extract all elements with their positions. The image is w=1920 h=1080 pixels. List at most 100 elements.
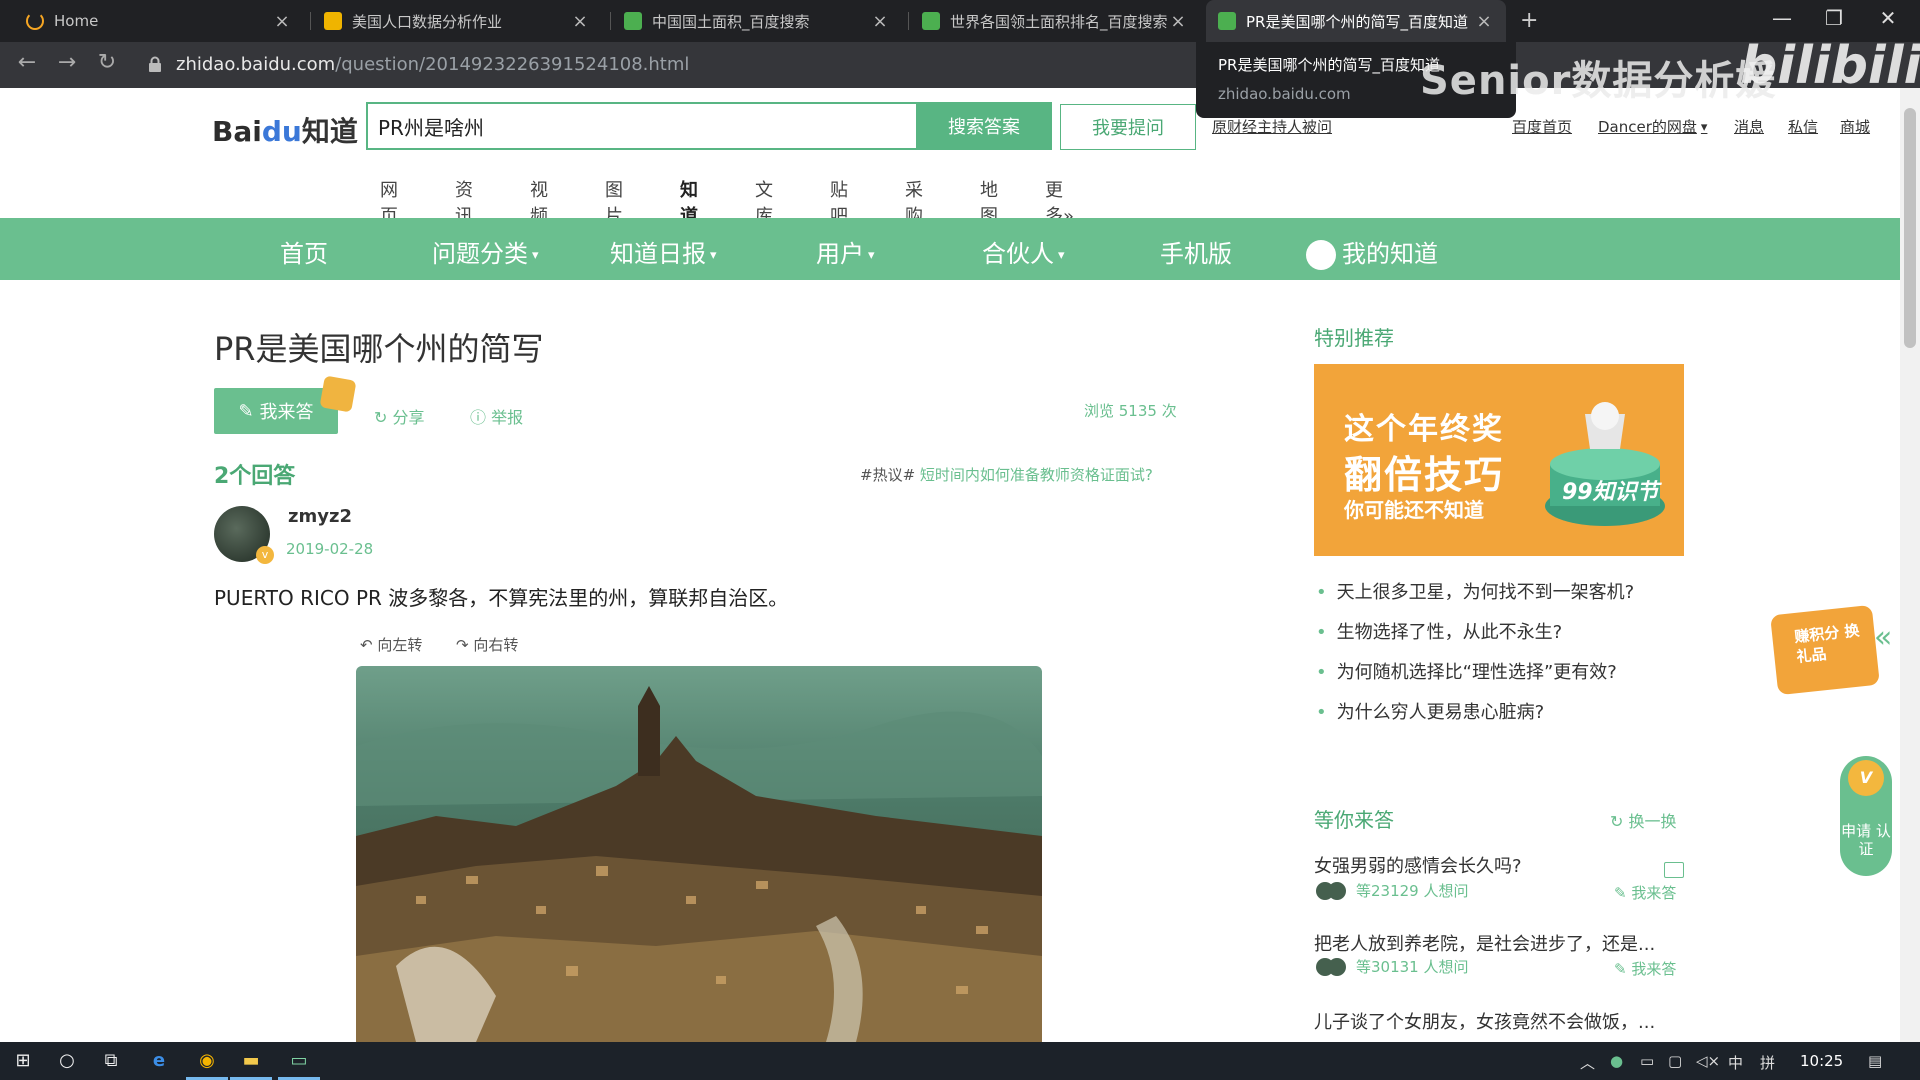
tab-separator (310, 12, 311, 30)
chevron-down-icon: ▾ (868, 247, 875, 263)
edge-icon[interactable]: e (144, 1050, 174, 1071)
answer-button[interactable]: ✎ 我来答 (214, 388, 338, 434)
page-scrollbar[interactable] (1900, 88, 1920, 1042)
ime-indicator[interactable]: 中 (1728, 1052, 1743, 1073)
chrome-icon[interactable]: ◉ (192, 1050, 222, 1071)
trending-link[interactable]: 原财经主持人被问 (1212, 116, 1332, 137)
refresh-button[interactable]: ↻ 换一换 (1610, 808, 1677, 832)
ad-trophy-illustration (1545, 402, 1665, 526)
chevron-down-icon: ▾ (1058, 247, 1065, 263)
url-field[interactable]: zhidao.baidu.com/question/20149232263915… (176, 54, 689, 75)
asker-avatars (1316, 882, 1350, 900)
tab-pr-question[interactable]: PR是美国哪个州的简写_百度知道 × (1206, 0, 1506, 42)
netdisk-label: Dancer的网盘 (1598, 118, 1697, 136)
wechat-tray-icon[interactable]: ● (1610, 1052, 1623, 1070)
question-title: PR是美国哪个州的简写 (214, 330, 544, 368)
cortana-icon[interactable]: ○ (52, 1050, 82, 1071)
logo-paw: du (261, 115, 302, 148)
task-view-icon[interactable]: ⧉ (96, 1050, 126, 1071)
rotate-left-button[interactable]: ↶ 向左转 (360, 634, 422, 655)
list-item[interactable]: 为何随机选择比“理性选择”更有效? (1316, 658, 1634, 698)
nav-partners[interactable]: 合伙人 ▾ (982, 234, 1065, 269)
tab-home[interactable]: Home × (14, 0, 304, 42)
new-tab-button[interactable]: + (1520, 8, 1538, 33)
rotate-right-button[interactable]: ↷ 向右转 (456, 634, 518, 655)
taskbar-clock[interactable]: 10:25 (1800, 1052, 1843, 1070)
list-item[interactable]: 为什么穷人更易患心脏病? (1316, 698, 1634, 738)
ask-question-button[interactable]: 我要提问 (1060, 104, 1196, 150)
nav-home[interactable]: 首页 (280, 234, 328, 269)
edit-icon: ✎ (1614, 960, 1627, 978)
tab-china-area[interactable]: 中国国土面积_百度搜索 × (612, 0, 902, 42)
private-messages-link[interactable]: 私信 (1788, 116, 1818, 137)
close-icon[interactable]: × (570, 11, 590, 32)
nav-users[interactable]: 用户 ▾ (816, 234, 875, 269)
share-icon: ↻ (374, 408, 388, 427)
minimize-icon[interactable]: — (1762, 6, 1802, 30)
waiting-count: 等30131 人想问 (1356, 958, 1469, 976)
baidu-home-link[interactable]: 百度首页 (1512, 116, 1572, 137)
netdisk-link[interactable]: Dancer的网盘 ▾ (1598, 116, 1707, 137)
volume-icon[interactable]: ◁× (1696, 1052, 1720, 1070)
nav-mobile[interactable]: 手机版 (1160, 234, 1232, 269)
answers-count: 2个回答 (214, 464, 296, 489)
user-icon (1306, 240, 1336, 270)
rotate-right-label: 向右转 (473, 636, 519, 654)
hot-tag: #热议# (860, 466, 916, 484)
battery-icon[interactable]: ▭ (1640, 1052, 1654, 1070)
waiting-question[interactable]: 儿子谈了个女朋友，女孩竟然不会做饭，... (1314, 1008, 1655, 1034)
tray-overflow-icon[interactable]: ︿ (1580, 1052, 1595, 1073)
lock-icon[interactable] (148, 56, 162, 72)
scrollbar-thumb[interactable] (1904, 108, 1916, 348)
network-icon[interactable]: ▢ (1668, 1052, 1682, 1070)
hot-topic-link[interactable]: 短时间内如何准备教师资格证面试? (920, 466, 1153, 484)
earn-points-widget[interactable]: 赚积分 换礼品 (1770, 604, 1880, 696)
windows-start-icon[interactable]: ⊞ (8, 1050, 38, 1071)
tab-population[interactable]: 美国人口数据分析作业 × (312, 0, 602, 42)
nav-daily[interactable]: 知道日报 ▾ (610, 234, 717, 269)
nav-my-zhidao[interactable]: 我的知道 (1306, 234, 1438, 270)
share-link[interactable]: ↻ 分享 (374, 404, 425, 428)
list-item[interactable]: 天上很多卫星，为何找不到一架客机? (1316, 578, 1635, 618)
forward-icon[interactable]: → (52, 50, 82, 75)
search-answer-button[interactable]: 搜索答案 (916, 102, 1052, 150)
ime-layout-indicator[interactable]: 拼 (1760, 1052, 1775, 1073)
list-item[interactable]: 生物选择了性，从此不永生? (1316, 618, 1634, 658)
close-icon[interactable]: × (272, 11, 292, 32)
chevron-down-icon: ▾ (710, 247, 717, 263)
messages-link[interactable]: 消息 (1734, 116, 1764, 137)
tab-title: 中国国土面积_百度搜索 (652, 12, 810, 31)
ad-banner[interactable]: 这个年终奖 翻倍技巧 你可能还不知道 99知识节 (1314, 364, 1684, 556)
notifications-icon[interactable]: ▤ (1868, 1052, 1882, 1070)
terminal-icon[interactable]: ▭ (284, 1050, 314, 1071)
nav-categories[interactable]: 问题分类 ▾ (432, 234, 539, 269)
answer-photo[interactable] (356, 666, 1042, 1042)
waiting-answers-title: 等你来答 (1314, 808, 1394, 832)
ad-line3: 你可能还不知道 (1344, 498, 1484, 522)
loading-icon (26, 12, 44, 30)
back-icon[interactable]: ← (12, 50, 42, 75)
reload-icon[interactable]: ↻ (92, 50, 122, 75)
hot-topic[interactable]: #热议# 短时间内如何准备教师资格证面试? (860, 464, 1153, 485)
baidu-zhidao-logo[interactable]: Baidu知道 (212, 110, 358, 150)
edit-icon: ✎ (1614, 884, 1627, 902)
waiting-question[interactable]: 把老人放到养老院，是社会进步了，还是... (1314, 930, 1655, 956)
close-icon[interactable]: × (870, 11, 890, 32)
file-explorer-icon[interactable]: ▬ (236, 1050, 266, 1071)
waiting-question[interactable]: 女强男弱的感情会长久吗? (1314, 852, 1522, 878)
search-input[interactable] (366, 102, 918, 150)
edit-icon: ✎ (238, 400, 254, 422)
tab-world-area[interactable]: 世界各国领土面积排名_百度搜索 × (910, 0, 1200, 42)
restore-icon[interactable]: ❐ (1814, 6, 1854, 30)
report-link[interactable]: ⓘ 举报 (470, 404, 523, 428)
answer-link[interactable]: ✎ 我来答 (1614, 882, 1676, 903)
tab-bar: Home × 美国人口数据分析作业 × 中国国土面积_百度搜索 × 世界各国领土… (0, 0, 1920, 42)
answer-link[interactable]: ✎ 我来答 (1614, 958, 1676, 979)
double-chevron-left-icon[interactable]: « (1874, 620, 1892, 655)
rotate-left-label: 向左转 (377, 636, 423, 654)
mall-link[interactable]: 商城 (1840, 116, 1870, 137)
close-window-icon[interactable]: ✕ (1868, 6, 1908, 30)
answer-username[interactable]: zmyz2 (288, 506, 352, 527)
close-icon[interactable]: × (1474, 11, 1494, 32)
close-icon[interactable]: × (1168, 11, 1188, 32)
